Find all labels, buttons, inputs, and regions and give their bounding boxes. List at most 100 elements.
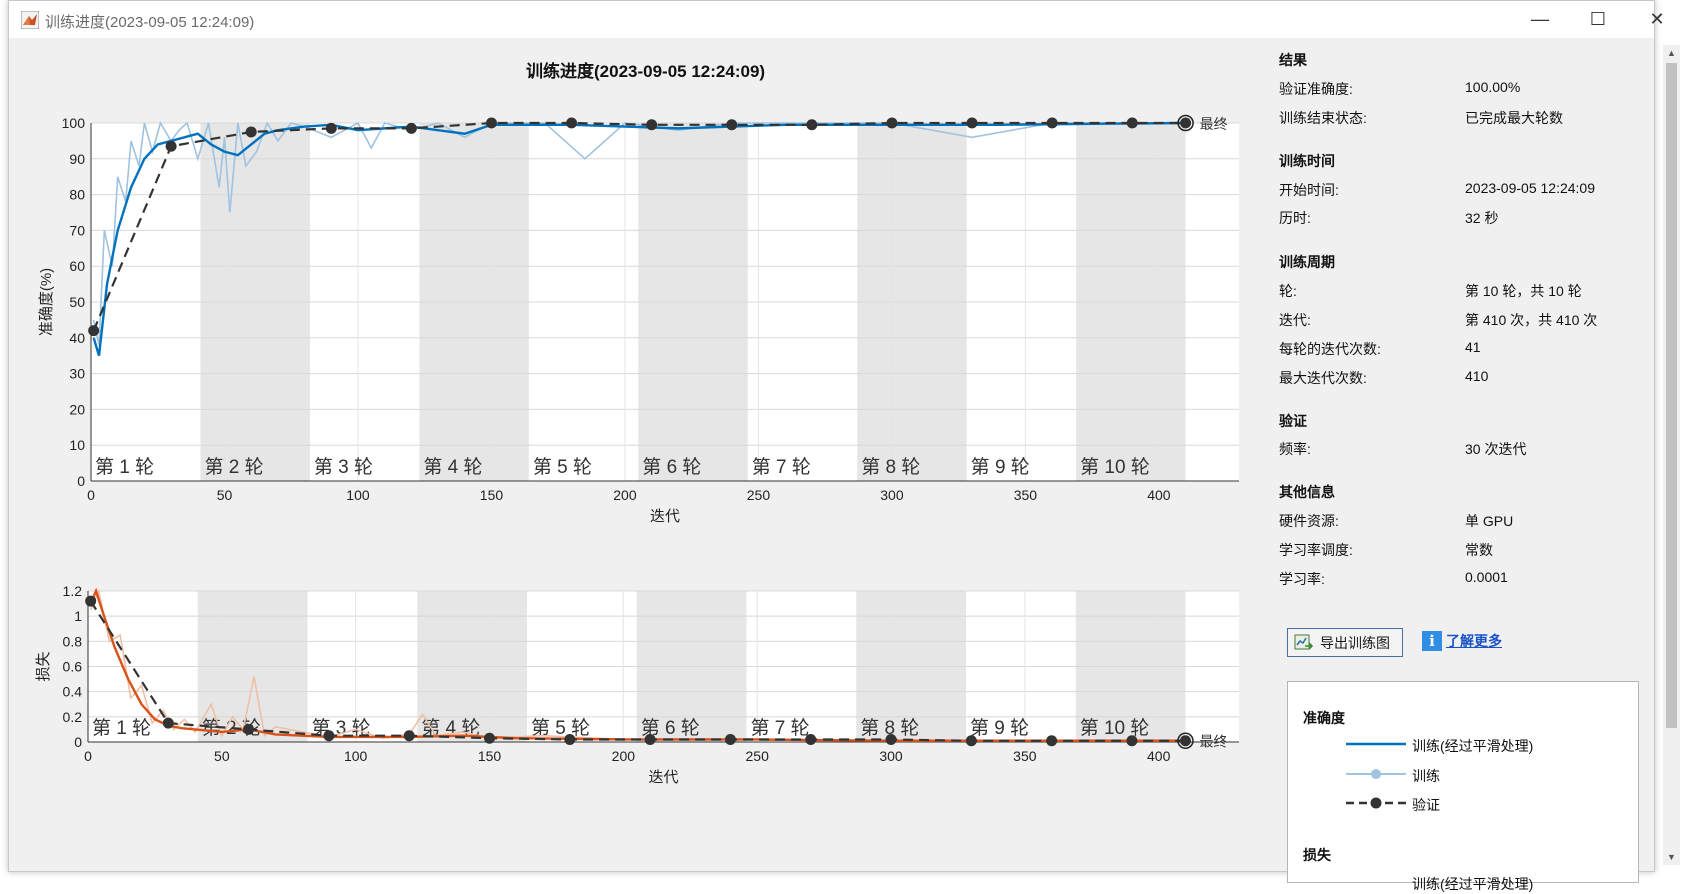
y-tick-label: 20 — [69, 401, 85, 417]
start-time-value: 2023-09-05 12:24:09 — [1465, 180, 1595, 196]
y-tick-label: 0.8 — [63, 633, 83, 649]
x-axis-label: 迭代 — [648, 769, 678, 786]
x-tick-label: 400 — [1147, 748, 1171, 764]
y-tick-label: 0.2 — [63, 709, 83, 725]
validation-point — [1180, 117, 1192, 129]
y-tick-label: 80 — [69, 187, 85, 203]
validation-point — [323, 730, 335, 742]
validation-point — [566, 117, 578, 129]
legend-label: 训练(经过平滑处理) — [1412, 738, 1534, 754]
other-info-heading: 其他信息 — [1279, 484, 1335, 500]
epoch-label: 第 7 轮 — [752, 456, 811, 478]
epoch-label: 第 6 轮 — [642, 456, 701, 478]
validation-point — [966, 117, 978, 129]
epoch-value: 第 10 轮，共 10 轮 — [1465, 283, 1582, 299]
validation-heading: 验证 — [1279, 413, 1307, 429]
loss-chart[interactable]: 0 0.2 0.4 0.6 0.8 1 1.2 0 50 100 150 200 250 300 350 40… — [9, 571, 1259, 871]
x-tick-label: 300 — [879, 748, 903, 764]
x-tick-label: 250 — [746, 748, 770, 764]
final-label: 最终 — [1199, 734, 1227, 750]
epoch-label: 第 10 轮 — [1080, 456, 1150, 478]
hardware-value: 单 GPU — [1465, 513, 1514, 529]
validation-point — [806, 119, 818, 131]
x-tick-label: 200 — [613, 487, 637, 503]
epoch-label: 第 4 轮 — [423, 456, 482, 478]
validation-point — [1046, 735, 1058, 747]
training-progress-window: 训练进度(2023-09-05 12:24:09) — ☐ ✕ 训练进度(202… — [8, 0, 1680, 892]
validation-point — [886, 117, 898, 129]
info-key: 历时: — [1279, 210, 1311, 226]
learn-more-label: 了解更多 — [1446, 633, 1502, 649]
validation-point — [1126, 117, 1138, 129]
info-key: 开始时间: — [1279, 182, 1339, 198]
export-button-label: 导出训练图 — [1320, 634, 1390, 651]
validation-point — [805, 733, 817, 745]
validation-point — [85, 595, 97, 607]
scroll-up-icon[interactable]: ▲ — [1663, 45, 1680, 61]
y-tick-label: 40 — [69, 330, 85, 346]
learn-more-link[interactable]: i 了解更多 — [1422, 631, 1502, 651]
title-bar: 训练进度(2023-09-05 12:24:09) — ☐ ✕ — [9, 1, 1665, 38]
legend-item-train-smoothed: 训练(经过平滑处理) — [1344, 734, 1634, 754]
iteration-value: 第 410 次，共 410 次 — [1465, 312, 1598, 328]
info-key: 频率: — [1279, 441, 1311, 457]
epoch-label: 第 5 轮 — [533, 456, 592, 478]
x-tick-label: 350 — [1013, 748, 1037, 764]
time-heading: 训练时间 — [1279, 153, 1335, 169]
y-tick-label: 30 — [69, 366, 85, 382]
info-key: 最大迭代次数: — [1279, 370, 1367, 386]
epoch-label: 第 7 轮 — [750, 717, 809, 739]
elapsed-value: 32 秒 — [1465, 210, 1499, 226]
scroll-down-icon[interactable]: ▼ — [1663, 849, 1680, 865]
validation-point — [1046, 117, 1058, 129]
y-tick-label: 70 — [69, 222, 85, 238]
info-key: 训练结束状态: — [1279, 110, 1367, 126]
x-tick-label: 200 — [612, 748, 636, 764]
info-key: 每轮的迭代次数: — [1279, 341, 1381, 357]
validation-accuracy-value: 100.00% — [1465, 79, 1521, 95]
y-tick-label: 60 — [69, 258, 85, 274]
validation-point — [485, 117, 497, 129]
maximize-button[interactable]: ☐ — [1575, 1, 1621, 38]
y-tick-label: 1.2 — [63, 583, 83, 599]
legend-panel: 准确度 训练(经过平滑处理) 训练 验证 损失 训练(经过平滑处理) — [1287, 681, 1639, 892]
x-tick-label: 100 — [346, 487, 370, 503]
epoch-label: 第 10 轮 — [1080, 717, 1150, 739]
x-tick-label: 400 — [1147, 487, 1171, 503]
validation-point — [1126, 735, 1138, 747]
vertical-scrollbar[interactable]: ▲ ▼ — [1663, 45, 1680, 865]
validation-point — [325, 122, 337, 134]
epoch-label: 第 3 轮 — [314, 456, 373, 478]
legend-accuracy-heading: 准确度 — [1303, 710, 1345, 726]
validation-point — [245, 126, 257, 138]
x-tick-label: 0 — [87, 487, 95, 503]
export-plot-button[interactable]: 导出训练图 — [1287, 628, 1403, 657]
validation-point — [88, 325, 100, 337]
epoch-label: 第 1 轮 — [92, 717, 151, 739]
epoch-label: 第 1 轮 — [95, 456, 154, 478]
iterations-per-epoch-value: 41 — [1465, 339, 1481, 355]
y-tick-label: 0 — [74, 734, 82, 750]
legend-line-smoothed-icon — [1346, 742, 1406, 746]
y-tick-label: 0.6 — [63, 659, 83, 675]
x-tick-label: 150 — [480, 487, 504, 503]
accuracy-chart[interactable]: 0 10 20 30 40 50 60 70 80 90 100 0 50 100 150 200 250 300… — [9, 111, 1259, 581]
scroll-thumb[interactable] — [1666, 63, 1677, 728]
validation-point — [243, 723, 255, 735]
info-key: 学习率调度: — [1279, 542, 1353, 558]
validation-point — [484, 732, 496, 744]
legend-label: 训练(经过平滑处理) — [1412, 876, 1534, 892]
x-tick-label: 0 — [84, 748, 92, 764]
validation-point — [162, 717, 174, 729]
x-tick-label: 50 — [217, 487, 233, 503]
validation-point — [564, 733, 576, 745]
validation-point — [724, 733, 736, 745]
info-icon: i — [1422, 631, 1442, 651]
info-key: 验证准确度: — [1279, 81, 1353, 97]
close-button[interactable]: ✕ — [1634, 1, 1680, 38]
epoch-label: 第 8 轮 — [861, 456, 920, 478]
x-tick-label: 150 — [478, 748, 502, 764]
validation-point — [403, 730, 415, 742]
x-tick-label: 250 — [747, 487, 771, 503]
minimize-button[interactable]: — — [1517, 1, 1563, 38]
